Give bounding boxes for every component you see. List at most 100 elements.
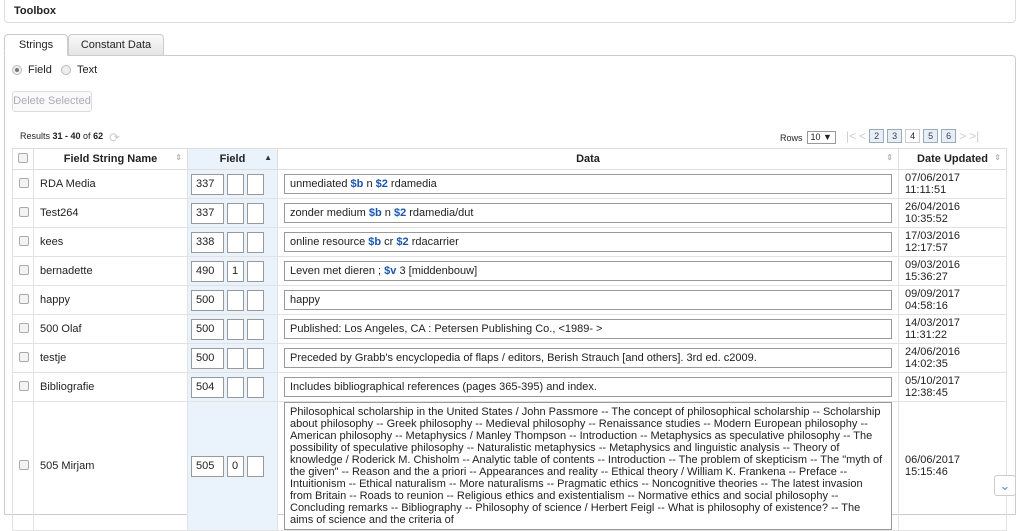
next-page-icon[interactable]: > <box>959 129 966 143</box>
subfield-code: $b <box>368 207 382 219</box>
data-input[interactable]: Preceded by Grabb's encyclopedia of flap… <box>284 348 892 368</box>
indicator1-input[interactable] <box>227 318 244 340</box>
indicator2-input[interactable] <box>247 376 264 398</box>
tag-input[interactable]: 337 <box>191 173 224 195</box>
column-header-name[interactable]: Field String Name ⇕ <box>33 148 188 170</box>
table-row[interactable]: 505 Mirjam 505 0 Philosophical scholarship … <box>12 401 1007 531</box>
scroll-down-button[interactable]: ⌄ <box>994 475 1016 496</box>
indicator2-input[interactable] <box>247 289 264 311</box>
indicator2-input[interactable] <box>247 202 264 224</box>
table-row[interactable]: Test264 337 zonder medium $b n $2 rdamedia… <box>12 198 1007 228</box>
table-row[interactable]: kees 338 online resource $b cr $2 rdacarri… <box>12 227 1007 257</box>
data-input[interactable]: Leven met dieren ; $v 3 [middenbouw] <box>284 261 892 281</box>
data-cell: Philosophical scholarship in the United … <box>277 401 899 531</box>
page-5[interactable]: 5 <box>923 129 939 143</box>
tag-input[interactable]: 505 <box>191 455 224 477</box>
indicator1-input[interactable]: 1 <box>227 260 244 282</box>
data-text: rdamedia/dut <box>406 207 474 219</box>
tab-strings[interactable]: Strings <box>4 34 68 56</box>
data-input[interactable]: unmediated $b n $2 rdamedia <box>284 174 892 194</box>
sort-icon[interactable]: ⇕ <box>886 153 893 162</box>
rows-select[interactable]: 10 ▼ <box>806 131 836 144</box>
indicator2-input[interactable] <box>247 260 264 282</box>
tag-input[interactable]: 504 <box>191 376 224 398</box>
row-checkbox[interactable] <box>19 459 29 470</box>
indicator1-input[interactable] <box>227 347 244 369</box>
indicator1-input[interactable] <box>227 231 244 253</box>
sort-asc-icon[interactable]: ▲ <box>264 153 272 162</box>
indicator1-input[interactable] <box>227 202 244 224</box>
page-3[interactable]: 3 <box>887 129 903 143</box>
indicator2-input[interactable] <box>247 347 264 369</box>
indicator2-input[interactable] <box>247 455 264 477</box>
sort-icon[interactable]: ⇕ <box>994 153 1001 162</box>
row-checkbox[interactable] <box>19 351 29 362</box>
row-checkbox[interactable] <box>19 177 29 188</box>
chevron-down-icon: ⌄ <box>999 478 1011 493</box>
table-row[interactable]: happy 500 happy 09/09/2017 04:58:16 <box>12 285 1007 315</box>
rows-label: Rows <box>780 132 803 143</box>
table-row[interactable]: 500 Olaf 500 Published: Los Angeles, CA : … <box>12 314 1007 344</box>
tag-input[interactable]: 500 <box>191 289 224 311</box>
radio-text-button[interactable] <box>61 65 71 75</box>
row-checkbox[interactable] <box>19 322 29 333</box>
row-checkbox[interactable] <box>19 293 29 304</box>
column-field-label: Field <box>219 153 246 165</box>
data-cell: happy <box>277 285 899 315</box>
tag-input[interactable]: 500 <box>191 347 224 369</box>
radio-field-button[interactable] <box>12 65 22 75</box>
tag-input[interactable]: 337 <box>191 202 224 224</box>
radio-text[interactable]: Text <box>61 64 97 76</box>
table-row[interactable]: Bibliografie 504 Includes bibliographical … <box>12 372 1007 402</box>
tag-input[interactable]: 338 <box>191 231 224 253</box>
field-string-name: 505 Mirjam <box>33 401 188 531</box>
radio-field[interactable]: Field <box>12 64 52 76</box>
subfield-code: $2 <box>393 207 407 219</box>
data-input[interactable]: happy <box>284 290 892 310</box>
field-string-name: 500 Olaf <box>33 314 188 344</box>
table-row[interactable]: RDA Media 337 unmediated $b n $2 rdamedia 0… <box>12 169 1007 199</box>
sort-icon[interactable]: ⇕ <box>175 153 182 162</box>
tag-input[interactable]: 490 <box>191 260 224 282</box>
tag-input[interactable]: 500 <box>191 318 224 340</box>
indicator1-input[interactable] <box>227 376 244 398</box>
field-string-name: RDA Media <box>33 169 188 199</box>
column-header-data[interactable]: Data ⇕ <box>277 148 899 170</box>
tab-constant-data[interactable]: Constant Data <box>68 34 164 56</box>
indicator1-input[interactable] <box>227 173 244 195</box>
data-text: Leven met dieren ; <box>290 265 385 277</box>
indicator2-input[interactable] <box>247 318 264 340</box>
column-header-date[interactable]: Date Updated ⇕ <box>898 148 1007 170</box>
prev-page-icon[interactable]: < <box>859 129 866 143</box>
page-6[interactable]: 6 <box>941 129 957 143</box>
subfield-code: $b <box>350 178 364 190</box>
data-input[interactable]: Published: Los Angeles, CA : Petersen Pu… <box>284 319 892 339</box>
data-input[interactable]: online resource $b cr $2 rdacarrier <box>284 232 892 252</box>
row-checkbox[interactable] <box>19 380 29 391</box>
indicator2-input[interactable] <box>247 173 264 195</box>
delete-selected-button[interactable]: Delete Selected <box>12 91 92 112</box>
table-row[interactable]: testje 500 Preceded by Grabb's encyclopedi… <box>12 343 1007 373</box>
indicator1-input[interactable] <box>227 289 244 311</box>
table-row[interactable]: bernadette 490 1 Leven met dieren ; $v 3 [m… <box>12 256 1007 286</box>
row-checkbox[interactable] <box>19 264 29 275</box>
column-header-field[interactable]: Field ▲ <box>187 148 278 170</box>
data-cell: zonder medium $b n $2 rdamedia/dut <box>277 198 899 228</box>
row-select-cell <box>12 372 34 402</box>
row-checkbox[interactable] <box>19 206 29 217</box>
page-2[interactable]: 2 <box>869 129 885 143</box>
page-4[interactable]: 4 <box>905 129 921 143</box>
data-input[interactable]: Philosophical scholarship in the United … <box>284 402 892 530</box>
indicator2-input[interactable] <box>247 231 264 253</box>
last-page-icon[interactable]: >| <box>969 129 979 143</box>
data-cell: Includes bibliographical references (pag… <box>277 372 899 402</box>
field-string-name: bernadette <box>33 256 188 286</box>
first-page-icon[interactable]: |< <box>846 129 856 143</box>
select-all-checkbox[interactable] <box>18 152 28 163</box>
data-input[interactable]: zonder medium $b n $2 rdamedia/dut <box>284 203 892 223</box>
data-text: cr <box>381 236 397 248</box>
row-checkbox[interactable] <box>19 235 29 246</box>
indicator1-input[interactable]: 0 <box>227 455 244 477</box>
data-input[interactable]: Includes bibliographical references (pag… <box>284 377 892 397</box>
refresh-icon[interactable]: ⟳ <box>109 130 120 146</box>
